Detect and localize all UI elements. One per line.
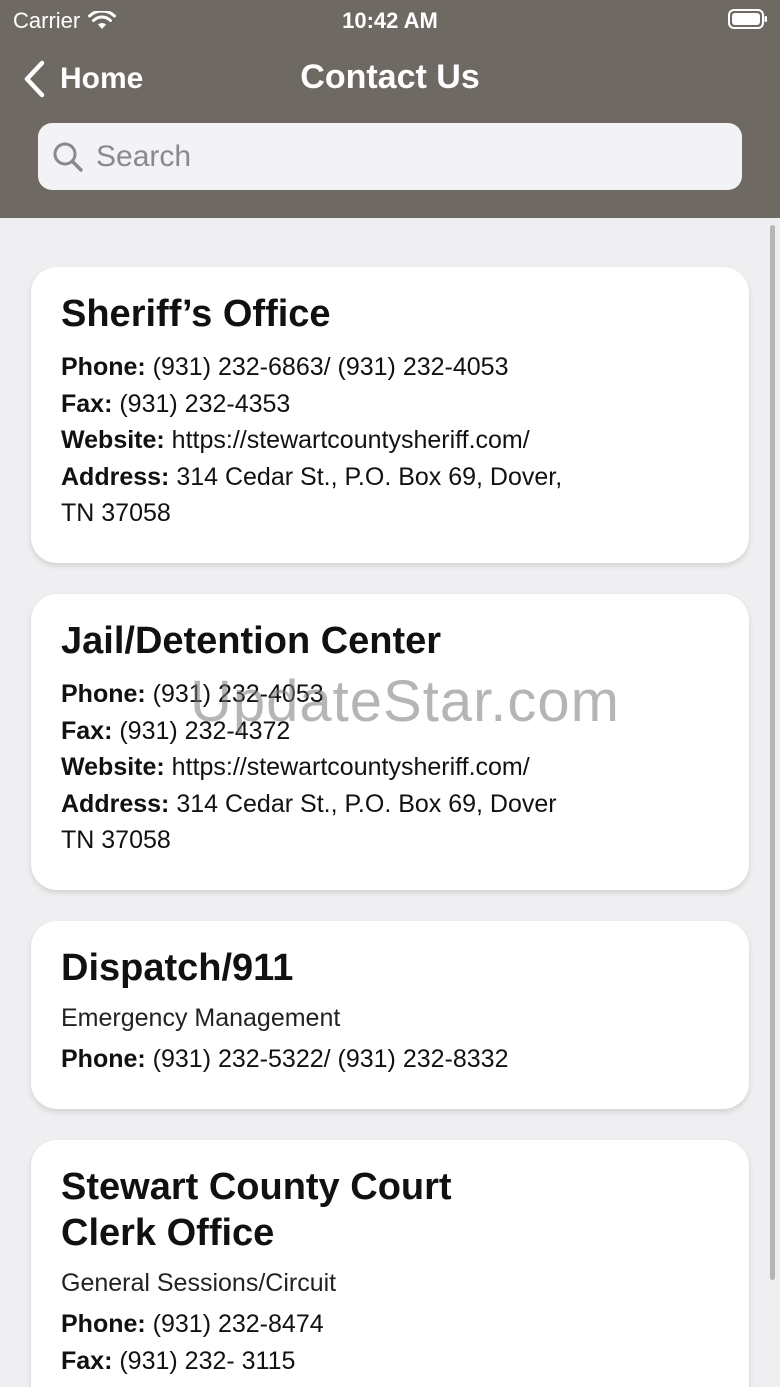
card-subtitle: General Sessions/Circuit [61,1269,337,1297]
phone-line[interactable]: Phone: (931) 232-5322/ (931) 232-8332 [61,1041,719,1078]
phone-line[interactable]: Phone: (931) 232-4053 [61,676,719,713]
page-title: Contact Us [300,58,480,96]
card-subtitle: Emergency Management [61,1004,341,1032]
phone-label: Phone: [61,1045,146,1073]
website-line[interactable]: Website: https://stewartcountysheriff.co… [61,422,719,459]
website-line[interactable]: Website: https://stewartcountysheriff.co… [61,749,719,786]
address-value-2: TN 37058 [61,826,171,854]
contact-card-sheriffs-office[interactable]: Sheriff’s Office Phone: (931) 232-6863/ … [31,267,749,563]
phone-value: (931) 232-8474 [145,1310,324,1338]
fax-label: Fax: [61,1346,113,1375]
fax-line: Fax: (931) 232-4372 [61,713,719,750]
status-bar: Carrier 10:42 AM [0,0,780,40]
phone-label: Phone: [61,353,146,381]
contact-card-jail-detention-center[interactable]: Jail/Detention Center Phone: (931) 232-4… [31,594,749,890]
fax-value: (931) 232-4353 [112,389,291,418]
phone-label: Phone: [61,1310,146,1338]
battery-icon [728,9,767,29]
scrollbar[interactable] [770,225,775,1280]
search-icon [53,142,83,172]
website-label: Website: [61,426,165,454]
website-value: https://stewartcountysheriff.com/ [164,753,530,781]
card-title: Stewart County Court Clerk Office [61,1166,452,1254]
fax-line: Fax: (931) 232- 3115 [61,1343,719,1380]
phone-label: Phone: [61,680,146,708]
phone-line[interactable]: Phone: (931) 232-6863/ (931) 232-4053 [61,349,719,386]
address-value: 314 Cedar St., P.O. Box 69, Dover, [169,462,563,491]
status-time: 10:42 AM [342,8,438,33]
search-bar[interactable] [38,123,742,190]
card-title: Jail/Detention Center [61,620,442,662]
address-line-2: TN 37058 [61,822,719,859]
phone-line[interactable]: Phone: (931) 232-8474 [61,1306,719,1343]
contact-card-dispatch-911[interactable]: Dispatch/911 Emergency Management Phone:… [31,921,749,1109]
fax-line: Fax: (931) 232-4353 [61,386,719,423]
address-label: Address: [61,789,170,818]
card-title: Sheriff’s Office [61,293,331,335]
card-title: Dispatch/911 [61,947,294,989]
header-bar: Carrier 10:42 AM Home Contact Us [0,0,780,218]
fax-label: Fax: [61,716,113,745]
address-value: 314 Cedar St., P.O. Box 69, Dover [169,789,557,818]
fax-value: (931) 232-4372 [112,716,291,745]
fax-value: (931) 232- 3115 [112,1346,296,1375]
contact-card-court-clerk-office[interactable]: Stewart County Court Clerk Office Genera… [31,1140,749,1387]
address-line: Address: 314 Cedar St., P.O. Box 69, Dov… [61,786,719,823]
contact-list[interactable]: Sheriff’s Office Phone: (931) 232-6863/ … [0,218,780,1387]
phone-value: (931) 232-4053 [145,680,324,708]
website-label: Website: [61,753,165,781]
website-value: https://stewartcountysheriff.com/ [164,426,530,454]
address-label: Address: [61,462,170,491]
navigation-bar: Home Contact Us [0,52,780,108]
phone-value: (931) 232-5322/ (931) 232-8332 [145,1045,509,1073]
phone-value: (931) 232-6863/ (931) 232-4053 [145,353,509,381]
address-line: Address: 314 Cedar St., P.O. Box 69, Dov… [61,459,719,496]
fax-label: Fax: [61,389,113,418]
search-input[interactable] [94,138,698,175]
address-line-2: TN 37058 [61,495,719,532]
address-value-2: TN 37058 [61,499,171,527]
